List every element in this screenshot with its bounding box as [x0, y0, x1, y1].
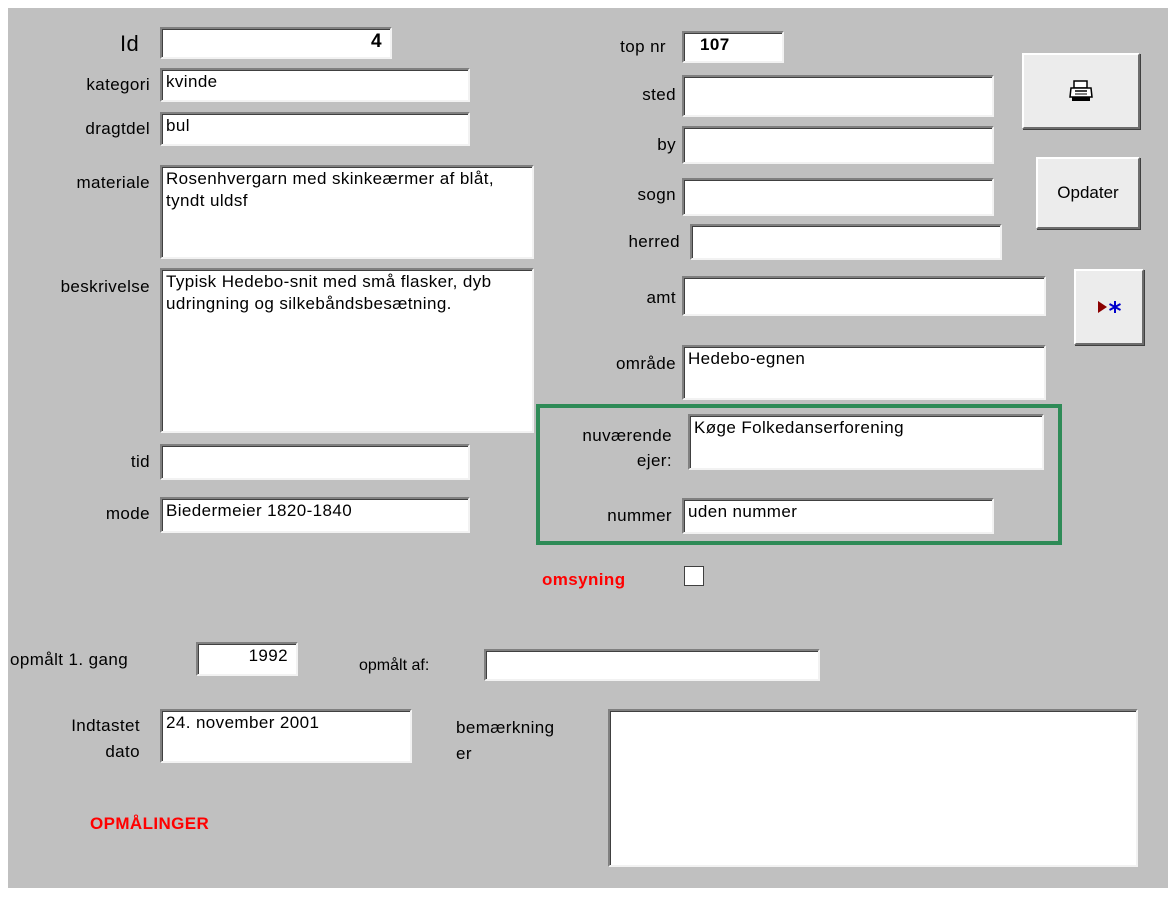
- sted-field[interactable]: [682, 75, 994, 117]
- dragtdel-field[interactable]: bul: [160, 112, 470, 146]
- omsyning-label: omsyning: [542, 570, 626, 589]
- topnr-label: top nr: [620, 37, 666, 56]
- nummer-field[interactable]: uden nummer: [682, 498, 994, 534]
- indtastet-field[interactable]: 24. november 2001: [160, 709, 412, 763]
- bemaerkninger-field[interactable]: [608, 709, 1138, 867]
- by-field[interactable]: [682, 126, 994, 164]
- beskrivelse-field[interactable]: Typisk Hedebo-snit med små flasker, dyb …: [160, 268, 534, 433]
- sted-label: sted: [642, 85, 676, 104]
- bemaerkninger-label-line2: er: [456, 744, 472, 763]
- id-label: Id: [120, 31, 140, 56]
- new-record-icon: [1098, 301, 1121, 313]
- omsyning-checkbox[interactable]: [684, 566, 704, 586]
- herred-field[interactable]: [690, 224, 1002, 260]
- window: Id 4 kategori kvinde dragtdel bul materi…: [0, 0, 1175, 899]
- sogn-label: sogn: [637, 185, 676, 204]
- print-button[interactable]: [1022, 53, 1140, 129]
- indtastet-label-line2: dato: [105, 742, 140, 761]
- beskrivelse-label: beskrivelse: [60, 277, 150, 296]
- printer-icon: [1069, 80, 1093, 101]
- dragtdel-label: dragtdel: [85, 119, 150, 138]
- opmaalt-af-field[interactable]: [484, 649, 820, 681]
- opmaalt-af-label: opmålt af:: [359, 657, 430, 674]
- omraade-label: område: [615, 354, 676, 373]
- mode-label: mode: [105, 504, 150, 523]
- materiale-field[interactable]: Rosenhvergarn med skinkeærmer af blåt, t…: [160, 165, 534, 259]
- opmaalinger-link[interactable]: OPMÅLINGER: [90, 813, 209, 835]
- kategori-label: kategori: [86, 75, 150, 94]
- bemaerkninger-label-line1: bemærkning: [456, 718, 555, 737]
- ejer-label-line1: nuværende: [582, 426, 672, 445]
- by-label: by: [657, 135, 676, 154]
- omraade-field[interactable]: Hedebo-egnen: [682, 345, 1046, 400]
- nummer-label: nummer: [607, 506, 672, 525]
- mode-field[interactable]: Biedermeier 1820-1840: [160, 497, 470, 533]
- sogn-field[interactable]: [682, 178, 994, 216]
- id-field[interactable]: 4: [160, 27, 392, 59]
- ejer-field[interactable]: Køge Folkedanserforening: [688, 414, 1044, 470]
- amt-field[interactable]: [682, 276, 1046, 316]
- materiale-label: materiale: [76, 173, 150, 192]
- opmaalt-field[interactable]: 1992: [196, 642, 298, 676]
- ejer-label-line2: ejer:: [636, 451, 672, 470]
- opmaalt-label: opmålt 1. gang: [10, 650, 129, 669]
- topnr-field[interactable]: 107: [682, 31, 784, 63]
- amt-label: amt: [646, 288, 676, 307]
- tid-label: tid: [130, 452, 150, 471]
- indtastet-label-line1: Indtastet: [71, 716, 140, 735]
- tid-field[interactable]: [160, 444, 470, 480]
- herred-label: herred: [628, 232, 680, 251]
- kategori-field[interactable]: kvinde: [160, 68, 470, 102]
- new-record-button[interactable]: [1074, 269, 1144, 345]
- opdater-button[interactable]: Opdater: [1036, 157, 1140, 229]
